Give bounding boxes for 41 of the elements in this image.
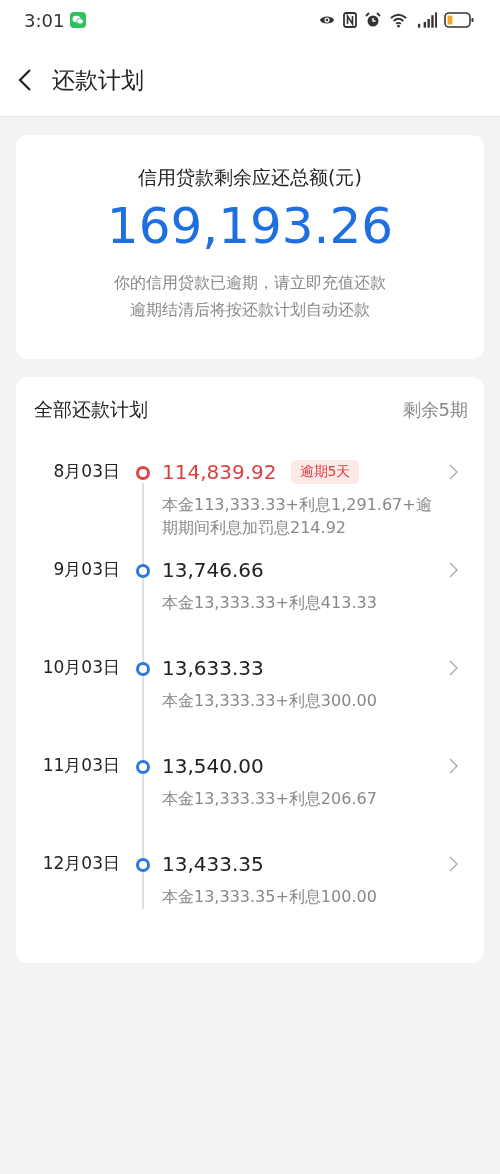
amount-breakdown: 本金13,333.35+利息100.00 [162,886,378,908]
battery-icon [444,12,474,28]
amount-breakdown: 本金13,333.33+利息413.33 [162,592,378,614]
installment-row[interactable]: 9月03日 13,746.66 本金13,333.33+利息413.33 [16,557,484,655]
installment-row[interactable]: 12月03日 13,433.35 本金13,333.35+利息100.00 [16,851,484,949]
installment-row[interactable]: 8月03日 114,839.92 逾期5天 本金113,333.33+利息1,291.67+逾期期间利息加罚息214.92 [16,459,484,557]
installment-amount: 13,746.66 [162,558,264,582]
amount-breakdown: 本金13,333.33+利息206.67 [162,788,378,810]
due-date: 12月03日 [41,852,120,875]
wifi-icon [388,12,409,28]
chevron-icon [449,758,458,774]
notice-text: 逾期结清后将按还款计划自动还款 [129,299,371,321]
chevron-icon [449,464,458,480]
total-label: 信用贷款剩余应还总额(元) [137,165,363,190]
installment-amount: 13,433.35 [162,852,264,876]
chat-app-icon [70,12,87,28]
back-icon[interactable] [18,68,32,92]
total-amount: 169,193.26 [105,197,395,255]
alarm-icon [365,12,381,28]
remaining-count: 剩余5期 [402,398,468,422]
due-date: 11月03日 [41,754,120,777]
due-date: 10月03日 [41,656,120,679]
due-date: 8月03日 [52,460,120,483]
installment-amount: 13,540.00 [162,754,264,778]
due-date: 9月03日 [52,558,120,581]
section-title: 全部还款计划 [34,397,148,422]
installment-row[interactable]: 10月03日 13,633.33 本金13,333.33+利息300.00 [16,655,484,753]
page-title: 还款计划 [52,65,144,95]
chevron-icon [449,660,458,676]
chevron-icon [449,856,458,872]
installment-amount: 114,839.92 [162,460,277,484]
chevron-icon [449,562,458,578]
notice-text: 你的信用贷款已逾期，请立即充值还款 [113,272,387,294]
nfc-icon [342,12,358,28]
installment-row[interactable]: 11月03日 13,540.00 本金13,333.33+利息206.67 [16,753,484,851]
overdue-tag: 逾期5天 [290,460,360,484]
clock-time: 3:01 [24,9,65,31]
amount-breakdown: 本金13,333.33+利息300.00 [162,690,378,712]
installment-amount: 13,633.33 [162,656,264,680]
signal-icon [416,12,437,28]
amount-breakdown: 本金113,333.33+利息1,291.67+逾期期间利息加罚息214.92 [162,494,433,539]
